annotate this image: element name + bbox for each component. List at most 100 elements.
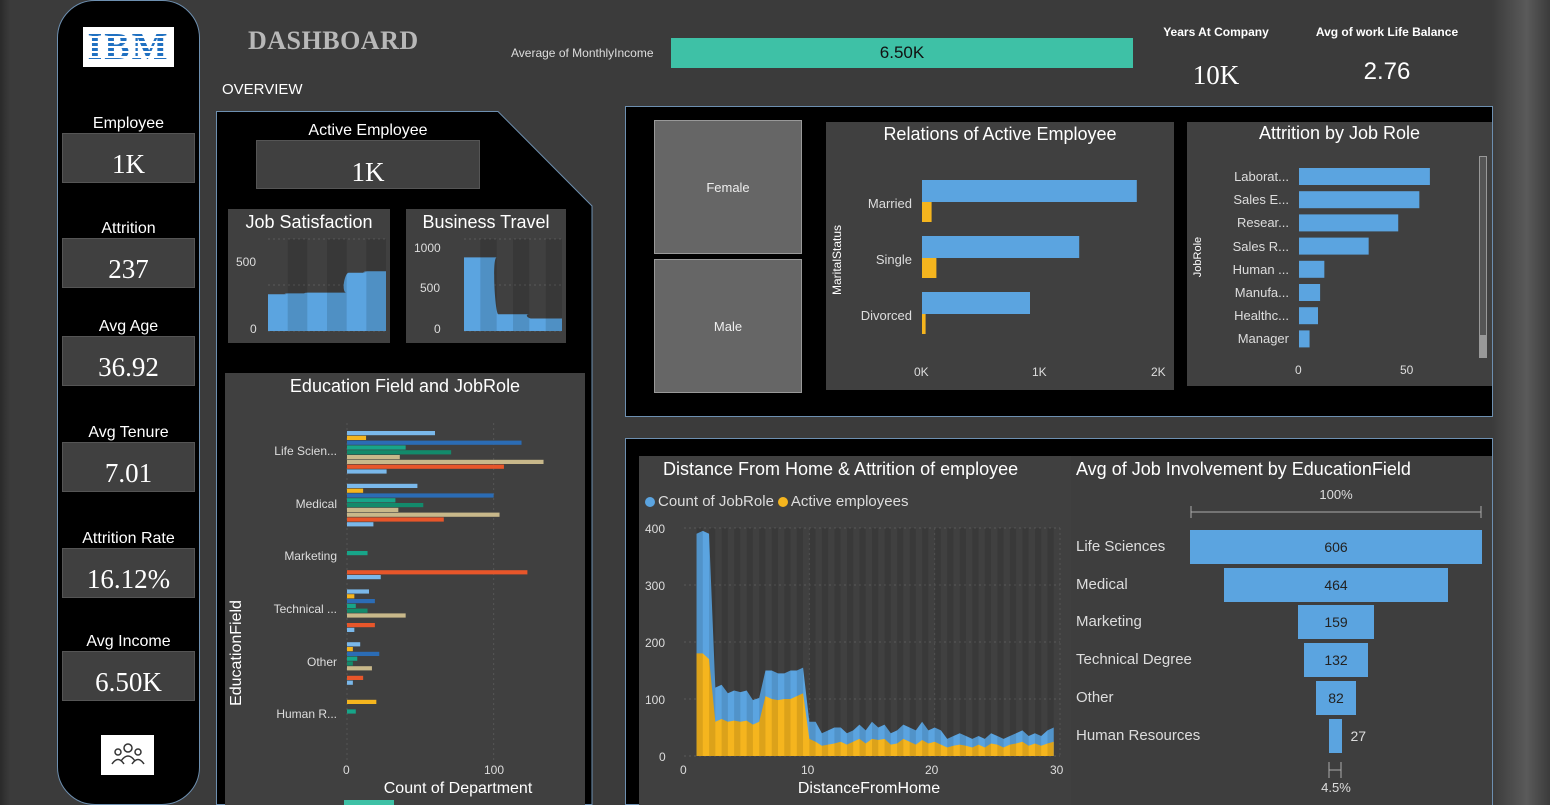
distance-band: [1034, 528, 1042, 756]
attrition-jobrole-bar: [1299, 214, 1399, 232]
distance-band: [922, 528, 929, 756]
edu-bar: [347, 699, 377, 704]
distance-band: [771, 528, 778, 756]
relations-bar-primary: [922, 180, 1137, 202]
edu-bar: [347, 594, 355, 599]
kpi-avg-tenure-value: 7.01: [104, 458, 153, 488]
edu-bar: [347, 488, 364, 493]
legend-dot-jobrole: [645, 496, 655, 507]
kpi-attrition-rate-label: Attrition Rate: [82, 530, 175, 547]
edu-bar: [347, 589, 369, 594]
edu-cat-technical: Technical ...: [273, 602, 337, 616]
distance-band: [1022, 528, 1029, 756]
edu-bar: [347, 656, 358, 661]
education-jobrole-card[interactable]: Education Field and JobRole EducationFie…: [225, 373, 585, 805]
distance-band: [934, 528, 941, 756]
attrition-jobrole-category: Manufa...: [1234, 285, 1289, 300]
distance-band: [1009, 528, 1017, 756]
distance-band: [959, 528, 966, 756]
distance-band: [972, 528, 979, 756]
years-at-company-value: 10K: [1192, 60, 1240, 90]
job-involvement-card[interactable]: Avg of Job Involvement by EducationField…: [1071, 456, 1492, 805]
active-employee-card: 1K: [256, 140, 480, 189]
edu-bar: [347, 522, 374, 527]
edu-bar: [347, 709, 356, 714]
funnel-top-label: 100%: [1319, 487, 1353, 502]
distance-band: [721, 528, 728, 756]
funnel-category-label: Human Resources: [1076, 726, 1201, 744]
distance-band: [784, 528, 791, 756]
attrition-jobrole-card[interactable]: Attrition by Job Role JobRole Laborat...…: [1187, 122, 1492, 386]
people-button[interactable]: [101, 735, 154, 775]
edu-bar: [347, 507, 399, 512]
edu-bar: [347, 680, 353, 685]
edu-bar: [347, 675, 364, 680]
distance-card[interactable]: Distance From Home & Attrition of employ…: [639, 456, 1071, 805]
kpi-avg-income-value: 6.50K: [95, 667, 162, 697]
distance-band: [734, 528, 741, 756]
distance-band: [997, 528, 1004, 756]
female-button[interactable]: Female: [654, 120, 802, 254]
funnel-bottom-label: 4.5%: [1321, 780, 1351, 795]
attrition-jobrole-bar: [1299, 168, 1430, 185]
distance-tick-x20: 20: [925, 763, 939, 777]
overview-tab[interactable]: OVERVIEW: [222, 81, 303, 98]
business-travel-title: Business Travel: [422, 212, 550, 232]
business-travel-tick-0: 0: [434, 322, 441, 336]
edu-bar: [347, 445, 406, 450]
edu-bar: [347, 642, 361, 647]
kpi-attrition-rate-card: 16.12%: [62, 548, 195, 598]
attrition-jobrole-scrollbar[interactable]: [1479, 156, 1487, 358]
work-life-balance-label: Avg of work Life Balance: [1315, 25, 1459, 39]
distance-band: [984, 528, 992, 756]
distance-band: [834, 528, 841, 756]
people-icon: [110, 743, 145, 765]
distance-tick-x10: 10: [801, 763, 815, 777]
years-at-company-label: Years At Company: [1163, 25, 1269, 39]
attrition-jobrole-ylabel: JobRole: [1192, 236, 1204, 278]
job-satisfaction-card[interactable]: Job Satisfaction 500 0: [228, 209, 390, 343]
edu-bar: [347, 469, 387, 474]
attrition-jobrole-category: Manager: [1237, 331, 1289, 347]
edu-cat-human-resources: Human R...: [276, 707, 337, 721]
education-jobrole-title: Education Field and JobRole: [289, 376, 521, 396]
distance-band: [947, 528, 954, 756]
edu-bar: [347, 666, 372, 671]
distance-band: [859, 528, 866, 756]
kpi-attrition-rate-value: 16.12%: [86, 564, 171, 594]
business-travel-band: [480, 239, 497, 331]
attrition-jobrole-bar: [1299, 284, 1321, 301]
scrollbar-thumb[interactable]: [1480, 335, 1486, 357]
relations-card[interactable]: Relations of Active Employee MaritalStat…: [826, 122, 1174, 390]
relations-cat-single: Single: [875, 252, 912, 267]
distance-tick-x30: 30: [1050, 763, 1064, 777]
distance-chart: [684, 527, 1061, 757]
distance-band: [796, 528, 804, 756]
business-travel-card[interactable]: Business Travel 1000 500 0: [406, 209, 566, 343]
distance-tick-300: 300: [645, 579, 666, 593]
relations-cat-married: Married: [867, 196, 912, 211]
distance-tick-x0: 0: [680, 763, 687, 777]
relations-chart: [922, 180, 1137, 334]
kpi-avg-tenure-card: 7.01: [62, 442, 195, 492]
funnel-category-label: Marketing: [1076, 613, 1142, 631]
attrition-jobrole-category: Laborat...: [1234, 169, 1289, 184]
avg-monthly-income-label: Average of MonthlyIncome: [511, 46, 654, 60]
funnel-category-label: Other: [1076, 688, 1114, 706]
relations-title: Relations of Active Employee: [883, 124, 1117, 144]
relations-bar-primary: [922, 236, 1080, 258]
edu-bar: [347, 512, 500, 517]
active-employee-value: 1K: [351, 157, 385, 187]
attrition-jobrole-title: Attrition by Job Role: [1258, 123, 1421, 143]
distance-band: [1047, 528, 1054, 756]
legend-dot-active: [777, 496, 788, 507]
attrition-jobrole-bar: [1299, 330, 1310, 348]
relations-tick-0k: 0K: [914, 365, 929, 379]
job-satisfaction-tick-500: 500: [236, 255, 257, 269]
funnel-bottom-bracket: [1328, 762, 1342, 778]
attrition-jobrole-tick-0: 0: [1295, 363, 1302, 377]
job-satisfaction-band: [327, 239, 347, 331]
male-button[interactable]: Male: [654, 259, 802, 393]
attrition-jobrole-tick-50: 50: [1400, 363, 1414, 377]
distance-xlabel: DistanceFromHome: [797, 780, 941, 797]
